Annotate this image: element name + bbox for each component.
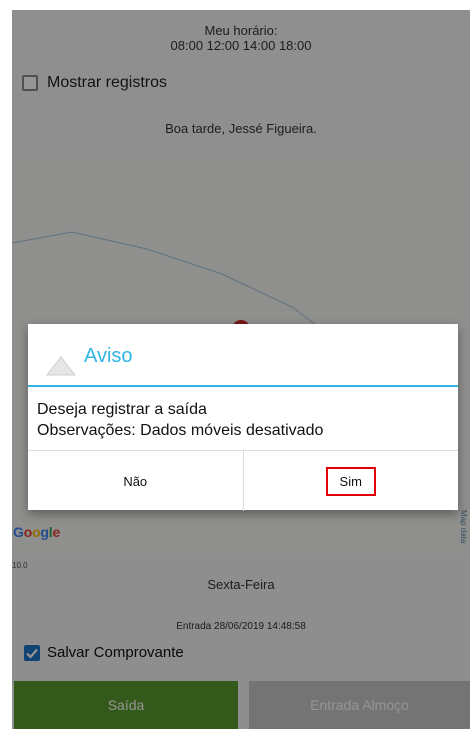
warning-icon (46, 356, 76, 376)
dialog-buttons: Não Sim (28, 450, 458, 511)
no-button[interactable]: Não (28, 451, 244, 511)
no-button-label: Não (123, 473, 148, 489)
dialog-message-line1: Deseja registrar a saída (37, 401, 207, 418)
dialog-title: Aviso (84, 345, 133, 367)
dialog-message-line2: Observações: Dados móveis desativado (37, 422, 324, 439)
dialog-header: Aviso (28, 324, 458, 387)
alert-dialog: Aviso Deseja registrar a saída Observaçõ… (28, 324, 458, 511)
dialog-message: Deseja registrar a saída Observações: Da… (37, 399, 323, 441)
app-screen: Meu horário: 08:00 12:00 14:00 18:00 Mos… (12, 10, 470, 729)
yes-button-label: Sim (325, 466, 376, 496)
yes-button[interactable]: Sim (244, 451, 459, 511)
